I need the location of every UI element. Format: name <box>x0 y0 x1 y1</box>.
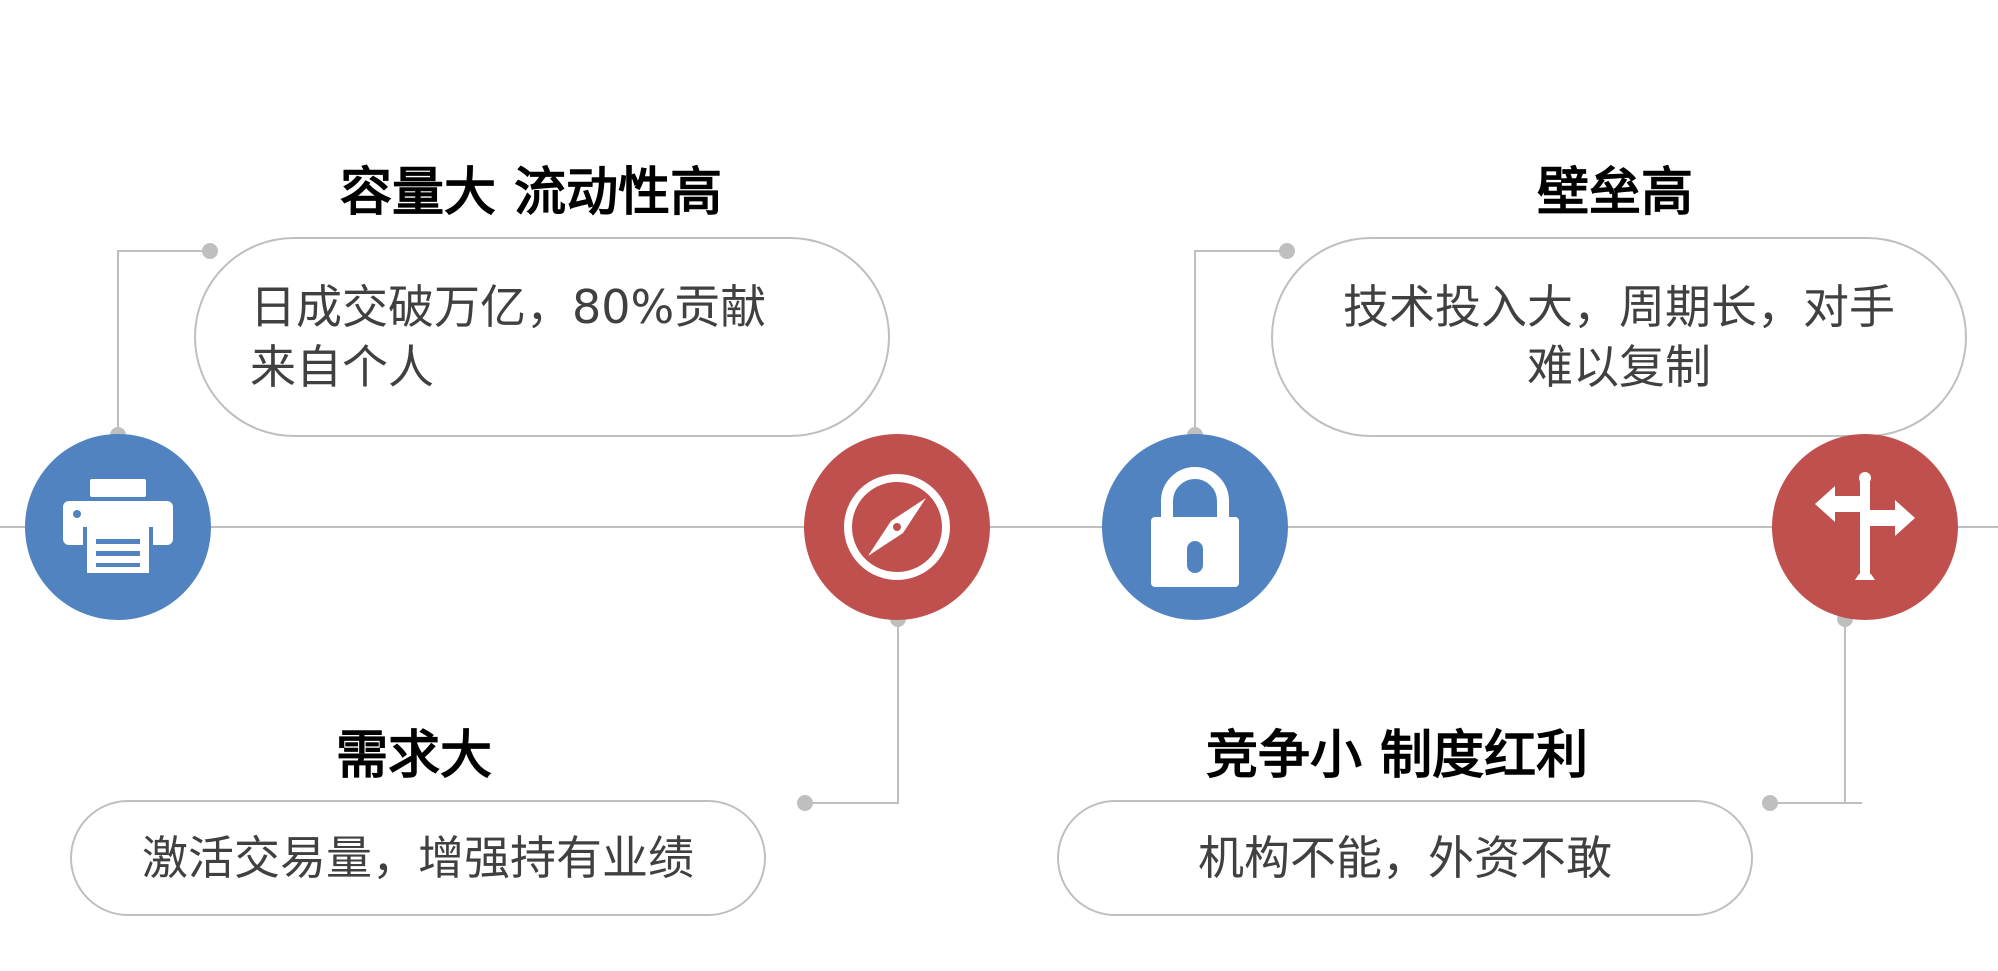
connector-dot-2b <box>797 795 813 811</box>
connector-dot-3b <box>1279 243 1295 259</box>
item-4-text: 机构不能，外资不敢 <box>1198 831 1612 885</box>
compass-icon <box>844 474 950 580</box>
item-1-circle <box>25 434 211 620</box>
connector-dot-1b <box>202 243 218 259</box>
item-4-title: 竞争小 制度红利 <box>1206 726 1589 786</box>
item-2-circle <box>804 434 990 620</box>
lock-icon <box>1151 467 1239 587</box>
item-2-text: 激活交易量，增强持有业绩 <box>142 831 694 885</box>
feature-diagram: 容量大 流动性高 日成交破万亿，80%贡献来自个人 需求大 激活交易量，增强持有… <box>0 0 1998 971</box>
item-1-text: 日成交破万亿，80%贡献来自个人 <box>250 280 767 394</box>
item-3-text: 技术投入大，周期长，对手难以复制 <box>1343 280 1895 394</box>
item-1-bubble: 日成交破万亿，80%贡献来自个人 <box>194 237 890 437</box>
item-3-circle <box>1102 434 1288 620</box>
connector-2 <box>805 619 899 804</box>
item-3-title: 壁垒高 <box>1537 163 1694 223</box>
connector-dot-4b <box>1762 795 1778 811</box>
connector-4a <box>1844 619 1862 804</box>
item-2-title: 需求大 <box>336 726 493 786</box>
item-2-bubble: 激活交易量，增强持有业绩 <box>70 800 766 916</box>
item-4-circle <box>1772 434 1958 620</box>
signpost-icon <box>1815 472 1915 580</box>
item-3-bubble: 技术投入大，周期长，对手难以复制 <box>1271 237 1967 437</box>
printer-icon <box>63 479 173 575</box>
item-4-bubble: 机构不能，外资不敢 <box>1057 800 1753 916</box>
item-1-title: 容量大 流动性高 <box>340 163 723 223</box>
